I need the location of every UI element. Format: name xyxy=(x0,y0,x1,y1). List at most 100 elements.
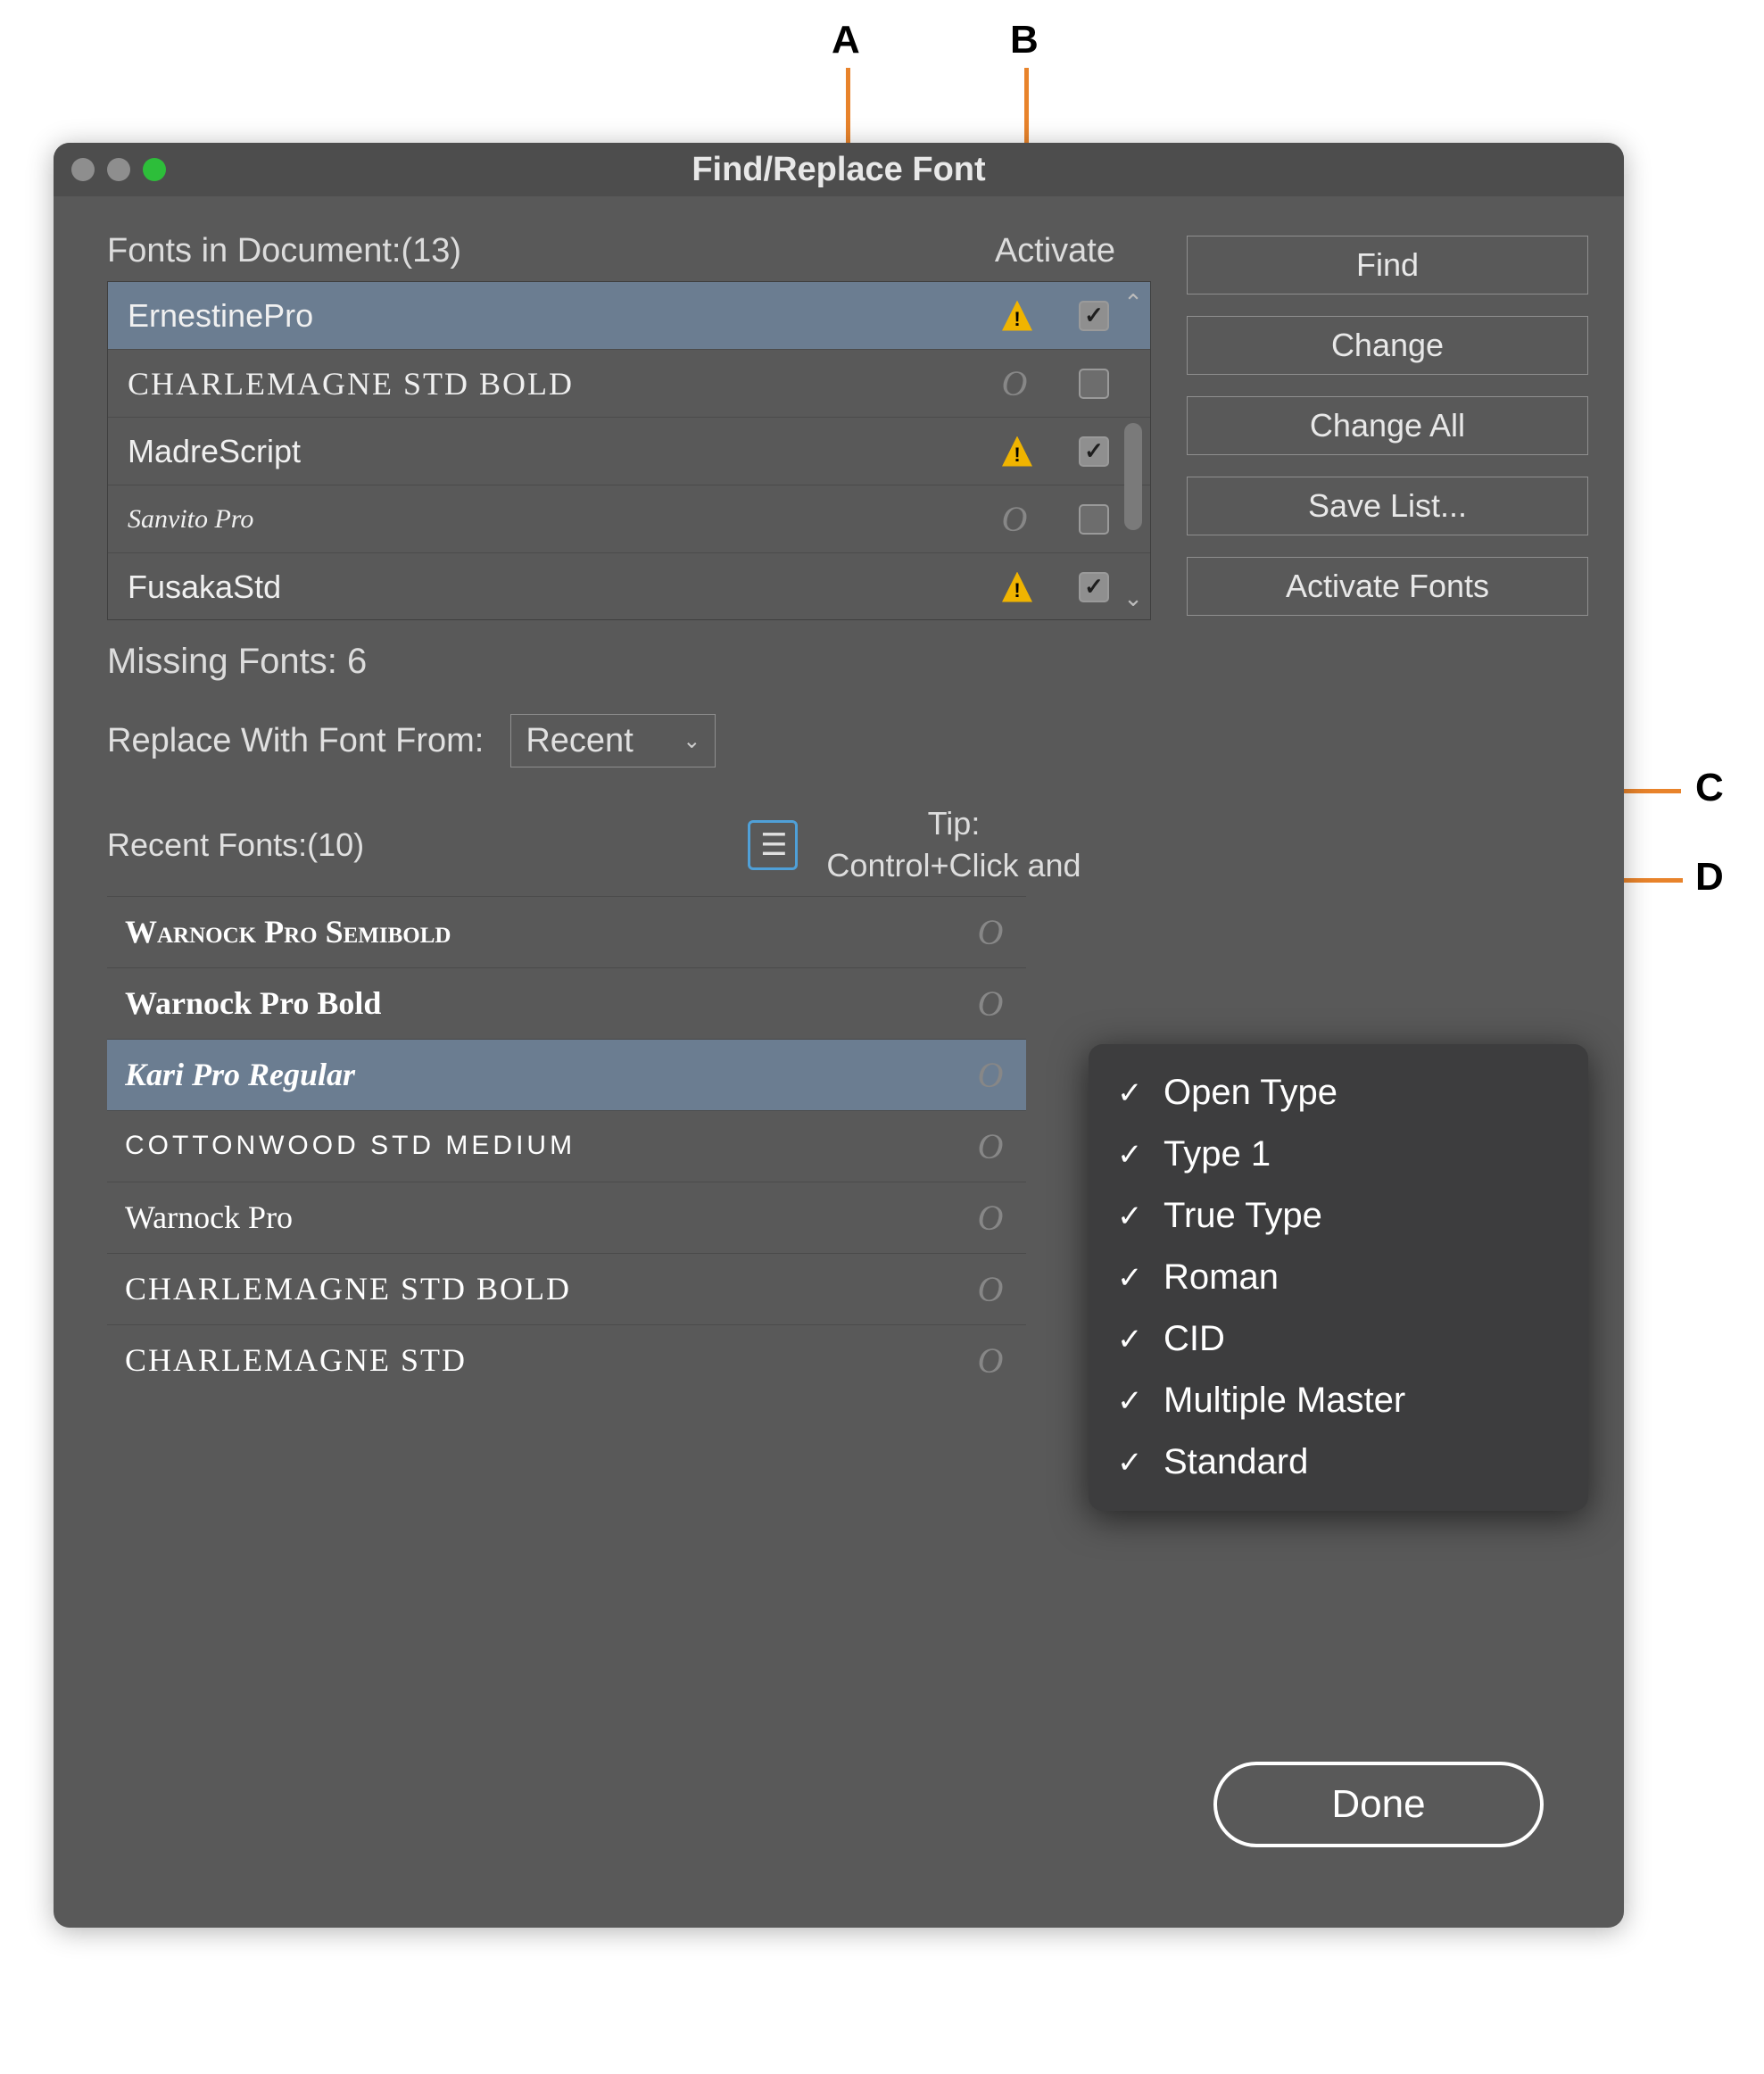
filter-menu-label: Standard xyxy=(1164,1442,1308,1482)
font-name: MadreScript xyxy=(128,433,991,470)
font-name: Warnock Pro Bold xyxy=(125,984,973,1022)
recent-font-row[interactable]: Warnock Pro SemiboldO xyxy=(107,896,1026,967)
activate-font-checkbox[interactable] xyxy=(1079,436,1109,467)
check-icon: ✓ xyxy=(1117,1322,1147,1357)
recent-font-row[interactable]: Kari Pro RegularO xyxy=(107,1039,1026,1110)
replace-with-label: Replace With Font From: xyxy=(107,722,484,760)
chevron-down-icon: ⌄ xyxy=(683,728,700,754)
missing-font-warning-icon xyxy=(1002,436,1032,467)
window-controls xyxy=(71,158,166,181)
recent-font-row[interactable]: COTTONWOOD STD MEDIUMO xyxy=(107,1110,1026,1182)
close-window-button[interactable] xyxy=(71,158,95,181)
fonts-in-document-label: Fonts in Document:(13) Activate xyxy=(107,232,1151,270)
font-list-scrollbar[interactable]: ⌃ ⌄ xyxy=(1120,289,1147,612)
font-name: CHARLEMAGNE STD BOLD xyxy=(125,1270,973,1307)
list-icon: ☰ xyxy=(760,825,785,865)
opentype-icon: O xyxy=(973,1125,1008,1167)
activate-font-checkbox[interactable] xyxy=(1079,504,1109,535)
callout-d: D xyxy=(1695,855,1724,900)
document-font-row[interactable]: FusakaStd xyxy=(108,553,1150,620)
opentype-icon: O xyxy=(973,1340,1008,1381)
fonts-count-label: Fonts in Document:(13) xyxy=(107,232,461,270)
opentype-icon: O xyxy=(973,1054,1008,1096)
filter-menu-label: Type 1 xyxy=(1164,1134,1271,1174)
filter-menu-item[interactable]: ✓ CID xyxy=(1089,1308,1588,1370)
font-name: FusakaStd xyxy=(128,568,991,606)
document-font-row[interactable]: CHARLEMAGNE STD BOLD O xyxy=(108,350,1150,418)
font-name: CHARLEMAGNE STD xyxy=(125,1341,973,1379)
change-all-button[interactable]: Change All xyxy=(1187,396,1588,455)
activate-font-checkbox[interactable] xyxy=(1079,301,1109,331)
filter-menu-item[interactable]: ✓ True Type xyxy=(1089,1185,1588,1247)
filter-list-button[interactable]: ☰ xyxy=(748,820,798,870)
font-name: Warnock Pro xyxy=(125,1199,973,1236)
activate-fonts-button[interactable]: Activate Fonts xyxy=(1187,557,1588,616)
replace-source-dropdown[interactable]: Recent ⌄ xyxy=(510,714,716,767)
check-icon: ✓ xyxy=(1117,1137,1147,1173)
missing-fonts-label: Missing Fonts: 6 xyxy=(107,642,1151,682)
filter-menu-label: Roman xyxy=(1164,1257,1279,1298)
filter-menu-item[interactable]: ✓ Open Type xyxy=(1089,1062,1588,1124)
find-button[interactable]: Find xyxy=(1187,236,1588,295)
window-title: Find/Replace Font xyxy=(54,151,1624,189)
recent-fonts-label: Recent Fonts:(10) xyxy=(107,826,364,864)
filter-menu-item[interactable]: ✓ Roman xyxy=(1089,1247,1588,1308)
save-list-button[interactable]: Save List... xyxy=(1187,477,1588,535)
done-button[interactable]: Done xyxy=(1213,1762,1544,1847)
scroll-up-icon[interactable]: ⌃ xyxy=(1123,289,1143,317)
activate-font-checkbox[interactable] xyxy=(1079,572,1109,602)
filter-menu-label: Open Type xyxy=(1164,1073,1337,1113)
check-icon: ✓ xyxy=(1117,1199,1147,1234)
recent-font-row[interactable]: Warnock Pro BoldO xyxy=(107,967,1026,1039)
opentype-icon: O xyxy=(973,983,1008,1025)
check-icon: ✓ xyxy=(1117,1445,1147,1481)
document-font-row[interactable]: MadreScript xyxy=(108,418,1150,485)
font-type-filter-menu[interactable]: ✓ Open Type ✓ Type 1 ✓ True Type ✓ Roman ✓ CID ✓ Mu… xyxy=(1089,1044,1588,1511)
document-font-row[interactable]: Sanvito Pro O xyxy=(108,485,1150,553)
callout-c: C xyxy=(1695,766,1724,810)
filter-menu-item[interactable]: ✓ Standard xyxy=(1089,1431,1588,1493)
replace-source-value: Recent xyxy=(526,722,633,760)
zoom-window-button[interactable] xyxy=(143,158,166,181)
recent-font-row[interactable]: CHARLEMAGNE STD BOLDO xyxy=(107,1253,1026,1324)
filter-menu-label: True Type xyxy=(1164,1196,1322,1236)
recent-font-row[interactable]: Warnock ProO xyxy=(107,1182,1026,1253)
callout-b: B xyxy=(1010,18,1039,62)
font-name: CHARLEMAGNE STD BOLD xyxy=(128,365,986,402)
document-fonts-list[interactable]: ⌃ ⌄ ErnestinePro CHARLEMAGNE STD BOLD OMad… xyxy=(107,281,1151,620)
filter-menu-item[interactable]: ✓ Multiple Master xyxy=(1089,1370,1588,1431)
font-name: COTTONWOOD STD MEDIUM xyxy=(125,1131,973,1161)
font-name: Sanvito Pro xyxy=(128,504,986,535)
check-icon: ✓ xyxy=(1117,1383,1147,1419)
callout-a: A xyxy=(832,18,860,62)
titlebar: Find/Replace Font xyxy=(54,143,1624,196)
missing-font-warning-icon xyxy=(1002,301,1032,331)
tip-title: Tip: xyxy=(826,803,1081,845)
filter-menu-item[interactable]: ✓ Type 1 xyxy=(1089,1124,1588,1185)
scroll-down-icon[interactable]: ⌄ xyxy=(1123,585,1143,612)
font-name: Kari Pro Regular xyxy=(125,1056,973,1093)
check-icon: ✓ xyxy=(1117,1075,1147,1111)
filter-menu-label: CID xyxy=(1164,1319,1225,1359)
font-name: Warnock Pro Semibold xyxy=(125,913,973,950)
filter-menu-label: Multiple Master xyxy=(1164,1381,1405,1421)
opentype-icon: O xyxy=(997,362,1032,404)
scroll-thumb[interactable] xyxy=(1124,423,1142,530)
activate-column-label: Activate xyxy=(995,232,1151,270)
opentype-icon: O xyxy=(973,1197,1008,1239)
opentype-icon: O xyxy=(973,1268,1008,1310)
minimize-window-button[interactable] xyxy=(107,158,130,181)
change-button[interactable]: Change xyxy=(1187,316,1588,375)
dialog-window: Find/Replace Font Fonts in Document:(13)… xyxy=(54,143,1624,1928)
opentype-icon: O xyxy=(997,498,1032,540)
document-font-row[interactable]: ErnestinePro xyxy=(108,282,1150,350)
opentype-icon: O xyxy=(973,911,1008,953)
check-icon: ✓ xyxy=(1117,1260,1147,1296)
tip-area: ☰ Tip: Control+Click and xyxy=(687,803,1151,887)
missing-font-warning-icon xyxy=(1002,572,1032,602)
recent-fonts-list[interactable]: Warnock Pro SemiboldOWarnock Pro BoldOKa… xyxy=(107,896,1026,1396)
recent-font-row[interactable]: CHARLEMAGNE STDO xyxy=(107,1324,1026,1396)
activate-font-checkbox[interactable] xyxy=(1079,369,1109,399)
font-name: ErnestinePro xyxy=(128,297,991,335)
tip-text: Control+Click and xyxy=(826,845,1081,887)
